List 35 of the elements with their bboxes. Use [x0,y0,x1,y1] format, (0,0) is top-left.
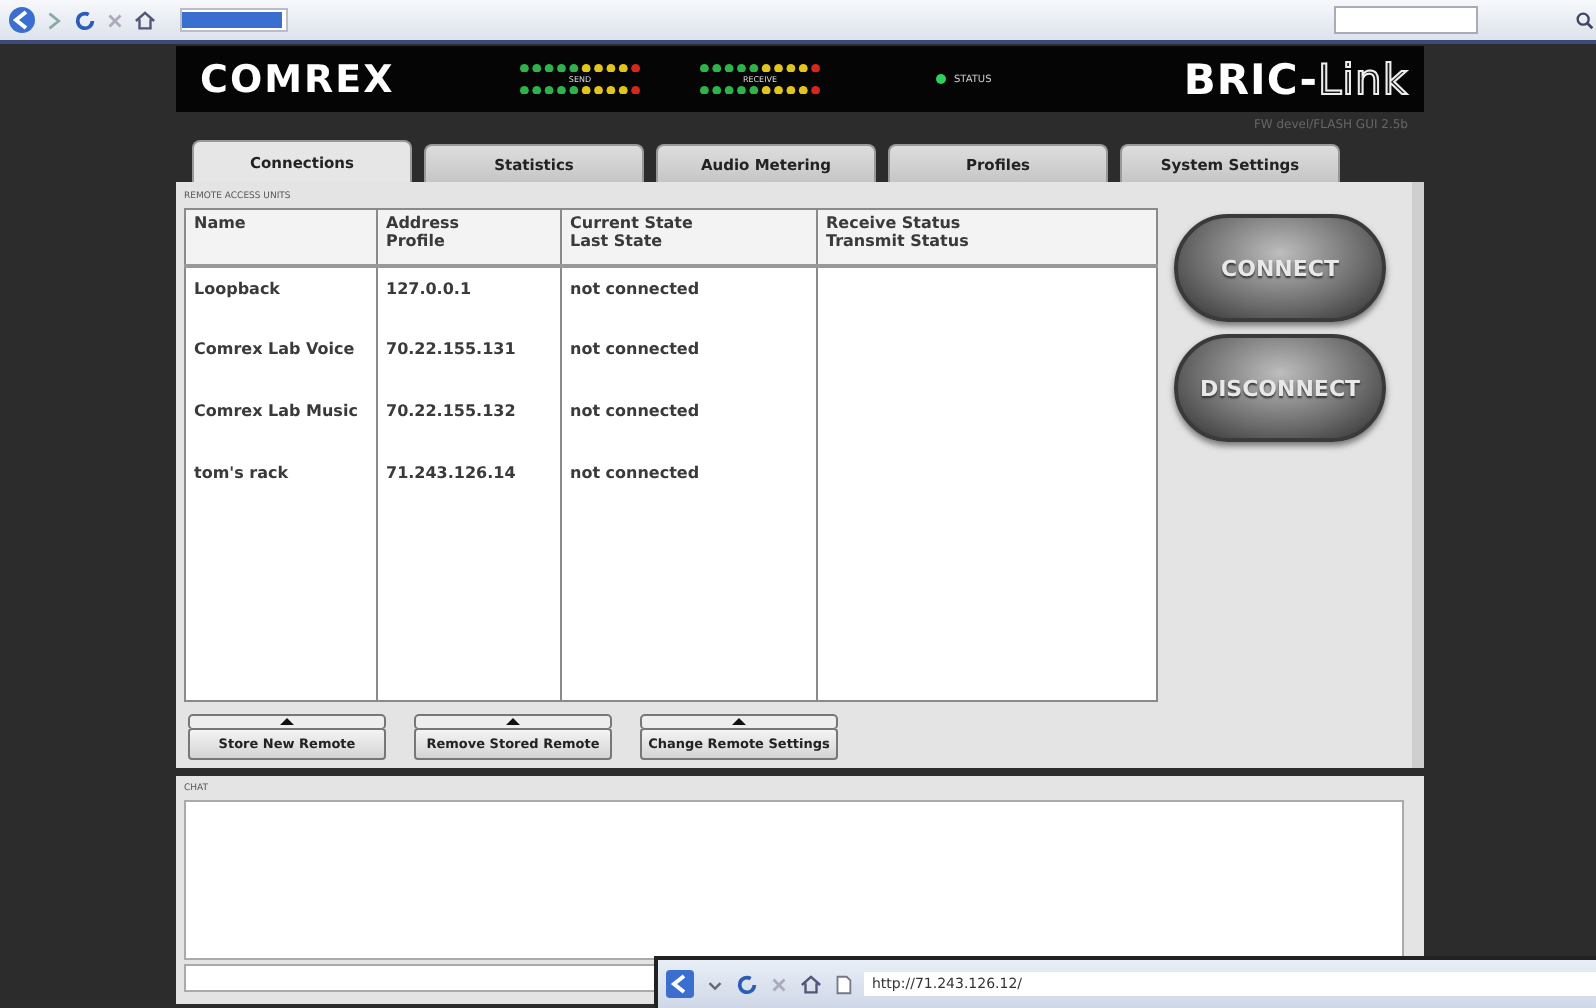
logo-text: COMREX [200,57,397,101]
table-cell: Comrex Lab Music [194,401,358,419]
product-logo: BRIC-Link [1183,55,1408,103]
column-header: Current State Last State [570,214,693,250]
expand-handle-icon[interactable] [188,714,386,728]
column-header: Address Profile [386,214,460,250]
table-cell: not connected [570,463,700,481]
refresh-icon[interactable] [736,973,758,995]
table-cell: Comrex Lab Voice [194,339,355,357]
home-icon[interactable] [800,973,822,995]
table-cell: not connected [570,279,700,297]
back-icon[interactable] [666,970,694,998]
table-cell: 70.22.155.132 [386,401,516,419]
column-header: Receive Status Transmit Status [826,214,969,250]
table-cell: not connected [570,401,700,419]
address-field[interactable] [180,8,288,32]
column-header: Name [194,214,246,232]
level-meter [700,86,820,95]
page-icon [832,973,854,995]
expand-handle-icon[interactable] [414,714,612,728]
table-cell: tom's rack [194,463,289,481]
level-meter [700,63,820,72]
expand-handle-icon[interactable] [640,714,838,728]
table-cell: not connected [570,339,700,357]
level-meter [520,86,640,95]
table-cell: 70.22.155.131 [386,339,516,357]
table-cell: 71.243.126.14 [386,463,516,481]
home-icon[interactable] [134,9,156,31]
table-cell: Loopback [194,279,281,297]
level-meter [520,63,640,72]
back-icon[interactable] [8,6,36,34]
table-cell: 127.0.0.1 [386,279,472,297]
search-icon[interactable] [1574,9,1596,31]
refresh-icon[interactable] [74,9,96,31]
search-field[interactable] [1334,6,1478,34]
